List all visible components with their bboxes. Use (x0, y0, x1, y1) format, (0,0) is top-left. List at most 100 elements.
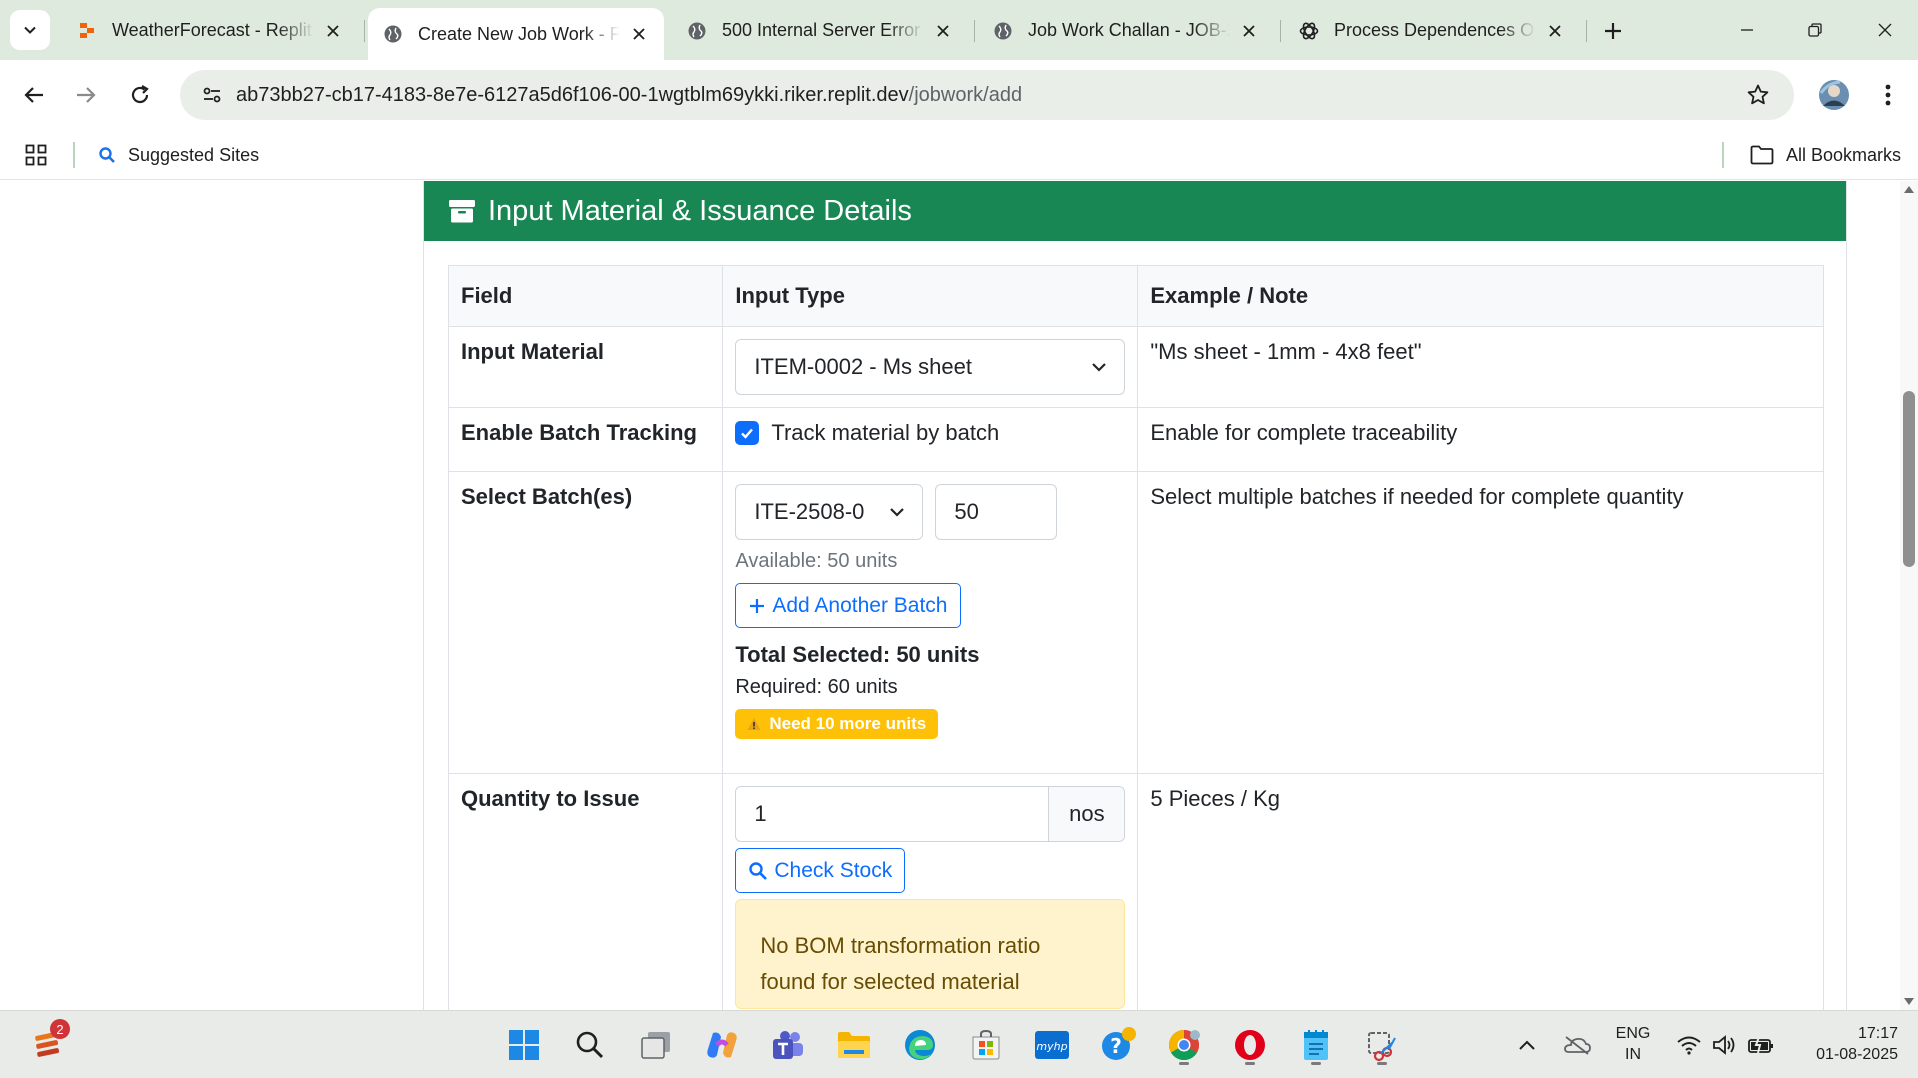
batch-tracking-checkbox[interactable] (735, 421, 760, 445)
bookmark-label: All Bookmarks (1786, 144, 1902, 165)
running-indicator (1377, 1062, 1387, 1065)
close-icon[interactable] (1238, 20, 1260, 42)
tab-job-work-challan[interactable]: Job Work Challan - JOB-2 (978, 9, 1274, 52)
bom-warning-alert: No BOM transformation ratio found for se… (735, 899, 1126, 1009)
language-indicator[interactable]: ENG IN (1610, 1023, 1656, 1065)
tab-separator (364, 20, 365, 42)
table-row: Quantity to Issue 1 nos Check Stock No B… (447, 773, 1824, 1010)
myhp-icon[interactable]: myhp (1030, 1023, 1074, 1067)
minimize-button[interactable] (1722, 10, 1772, 50)
available-text: Available: 50 units (735, 550, 898, 572)
start-icon[interactable] (502, 1023, 546, 1067)
tray-overflow-icon[interactable] (1514, 1023, 1540, 1067)
back-button[interactable] (14, 75, 54, 115)
close-icon[interactable] (932, 20, 954, 42)
chevron-down-icon (24, 26, 36, 34)
edge-icon[interactable] (898, 1023, 942, 1067)
tab-title: 500 Internal Server Error (722, 20, 921, 40)
quantity-input[interactable]: 1 (736, 787, 1048, 841)
apps-grid-icon[interactable] (22, 141, 50, 169)
globe-icon (382, 23, 404, 45)
batch-tracking-toggle[interactable]: Track material by batch (735, 420, 1125, 446)
tab-title: WeatherForecast - Replit (112, 20, 312, 40)
bookmarks-separator (73, 142, 75, 168)
running-indicator (1311, 1062, 1321, 1065)
system-clock[interactable]: 17:17 01-08-2025 (1788, 1023, 1898, 1065)
new-tab-button[interactable] (1596, 14, 1630, 48)
scroll-thumb[interactable] (1903, 391, 1915, 567)
tab-separator (974, 20, 975, 42)
tab-500-error[interactable]: 500 Internal Server Error (672, 9, 968, 52)
battery-icon[interactable] (1746, 1023, 1776, 1067)
avatar-icon (1819, 80, 1849, 110)
tab-create-job-work[interactable]: Create New Job Work - F (368, 8, 664, 60)
input-cell: ITE-2508-0 50 Available: 50 units Add An… (722, 471, 1139, 774)
badge-text: Need 10 more units (769, 714, 927, 733)
button-label: Check Stock (774, 858, 893, 882)
batch-select[interactable]: ITE-2508-0 (735, 484, 924, 540)
copilot-icon[interactable] (700, 1023, 744, 1067)
close-icon[interactable] (628, 23, 650, 45)
scroll-down-arrow-icon[interactable] (1904, 998, 1914, 1006)
address-bar[interactable]: ab73bb27-cb17-4183-8e7e-6127a5d6f106-00-… (180, 70, 1794, 120)
file-explorer-icon[interactable] (832, 1023, 876, 1067)
tab-title: Job Work Challan - JOB-2 (1028, 20, 1230, 40)
scroll-up-arrow-icon[interactable] (1904, 185, 1914, 193)
search-icon[interactable] (568, 1023, 612, 1067)
tab-weatherforecast[interactable]: WeatherForecast - Replit (62, 9, 358, 52)
button-label: Add Another Batch (772, 593, 948, 617)
tab-process-dependences[interactable]: Process Dependences O (1284, 9, 1580, 52)
check-stock-button[interactable]: Check Stock (735, 848, 906, 893)
reload-button[interactable] (120, 75, 160, 115)
bookmarks-separator (1722, 142, 1724, 168)
tab-title: Create New Job Work - F (418, 23, 620, 44)
close-window-button[interactable] (1860, 10, 1910, 50)
notepad-icon[interactable] (1294, 1023, 1338, 1067)
opera-icon[interactable] (1228, 1023, 1272, 1067)
close-icon[interactable] (1544, 20, 1566, 42)
chrome-icon[interactable] (1162, 1023, 1206, 1067)
url-text[interactable]: ab73bb27-cb17-4183-8e7e-6127a5d6f106-00-… (236, 84, 1022, 107)
running-indicator (1245, 1062, 1255, 1065)
microsoft-store-icon[interactable] (964, 1023, 1008, 1067)
note-cell: Enable for complete traceability (1137, 407, 1824, 472)
tab-separator (1586, 20, 1587, 42)
batch-quantity-input[interactable]: 50 (935, 484, 1058, 540)
total-selected: Total Selected: 50 units (735, 642, 980, 667)
help-icon[interactable]: ? (1096, 1023, 1140, 1067)
wifi-icon[interactable] (1674, 1023, 1704, 1067)
field-label: Select Batch(es) (447, 471, 724, 774)
forward-button[interactable] (66, 75, 106, 115)
bookmark-suggested-sites[interactable]: Suggested Sites (98, 140, 259, 170)
site-info-icon[interactable] (192, 75, 232, 115)
task-view-icon[interactable] (634, 1023, 678, 1067)
page-scrollbar[interactable] (1900, 181, 1918, 1010)
close-icon[interactable] (322, 20, 344, 42)
onedrive-icon[interactable] (1560, 1023, 1594, 1067)
windows-taskbar: 2 myhp ? ENG IN 17:17 01-08-2025 (0, 1010, 1918, 1078)
add-another-batch-button[interactable]: Add Another Batch (735, 583, 961, 628)
tab-strip: WeatherForecast - Replit Create New Job … (0, 0, 1918, 60)
check-icon (741, 428, 754, 439)
profile-avatar[interactable] (1814, 75, 1854, 115)
volume-icon[interactable] (1710, 1023, 1740, 1067)
clock-time: 17:17 (1857, 1025, 1898, 1042)
teams-icon[interactable] (766, 1023, 810, 1067)
snipping-tool-icon[interactable] (1360, 1023, 1404, 1067)
bookmark-label: Suggested Sites (128, 144, 260, 165)
restore-icon (1808, 23, 1822, 37)
input-value: 50 (954, 499, 979, 524)
plus-icon (748, 597, 766, 615)
all-bookmarks-button[interactable]: All Bookmarks (1750, 140, 1901, 170)
svg-text:myhp: myhp (1036, 1040, 1067, 1053)
minimize-icon (1741, 29, 1753, 31)
plus-icon (1605, 23, 1621, 39)
input-material-select[interactable]: ITEM-0002 - Ms sheet (735, 339, 1126, 395)
issuance-card: Input Material & Issuance Details Field … (423, 181, 1847, 1010)
tab-search-button[interactable] (10, 10, 50, 50)
bookmark-star-icon[interactable] (1738, 75, 1778, 115)
restore-button[interactable] (1790, 10, 1840, 50)
arrow-right-icon (77, 87, 96, 103)
notification-badge: 2 (50, 1019, 70, 1039)
browser-menu-button[interactable] (1868, 75, 1908, 115)
